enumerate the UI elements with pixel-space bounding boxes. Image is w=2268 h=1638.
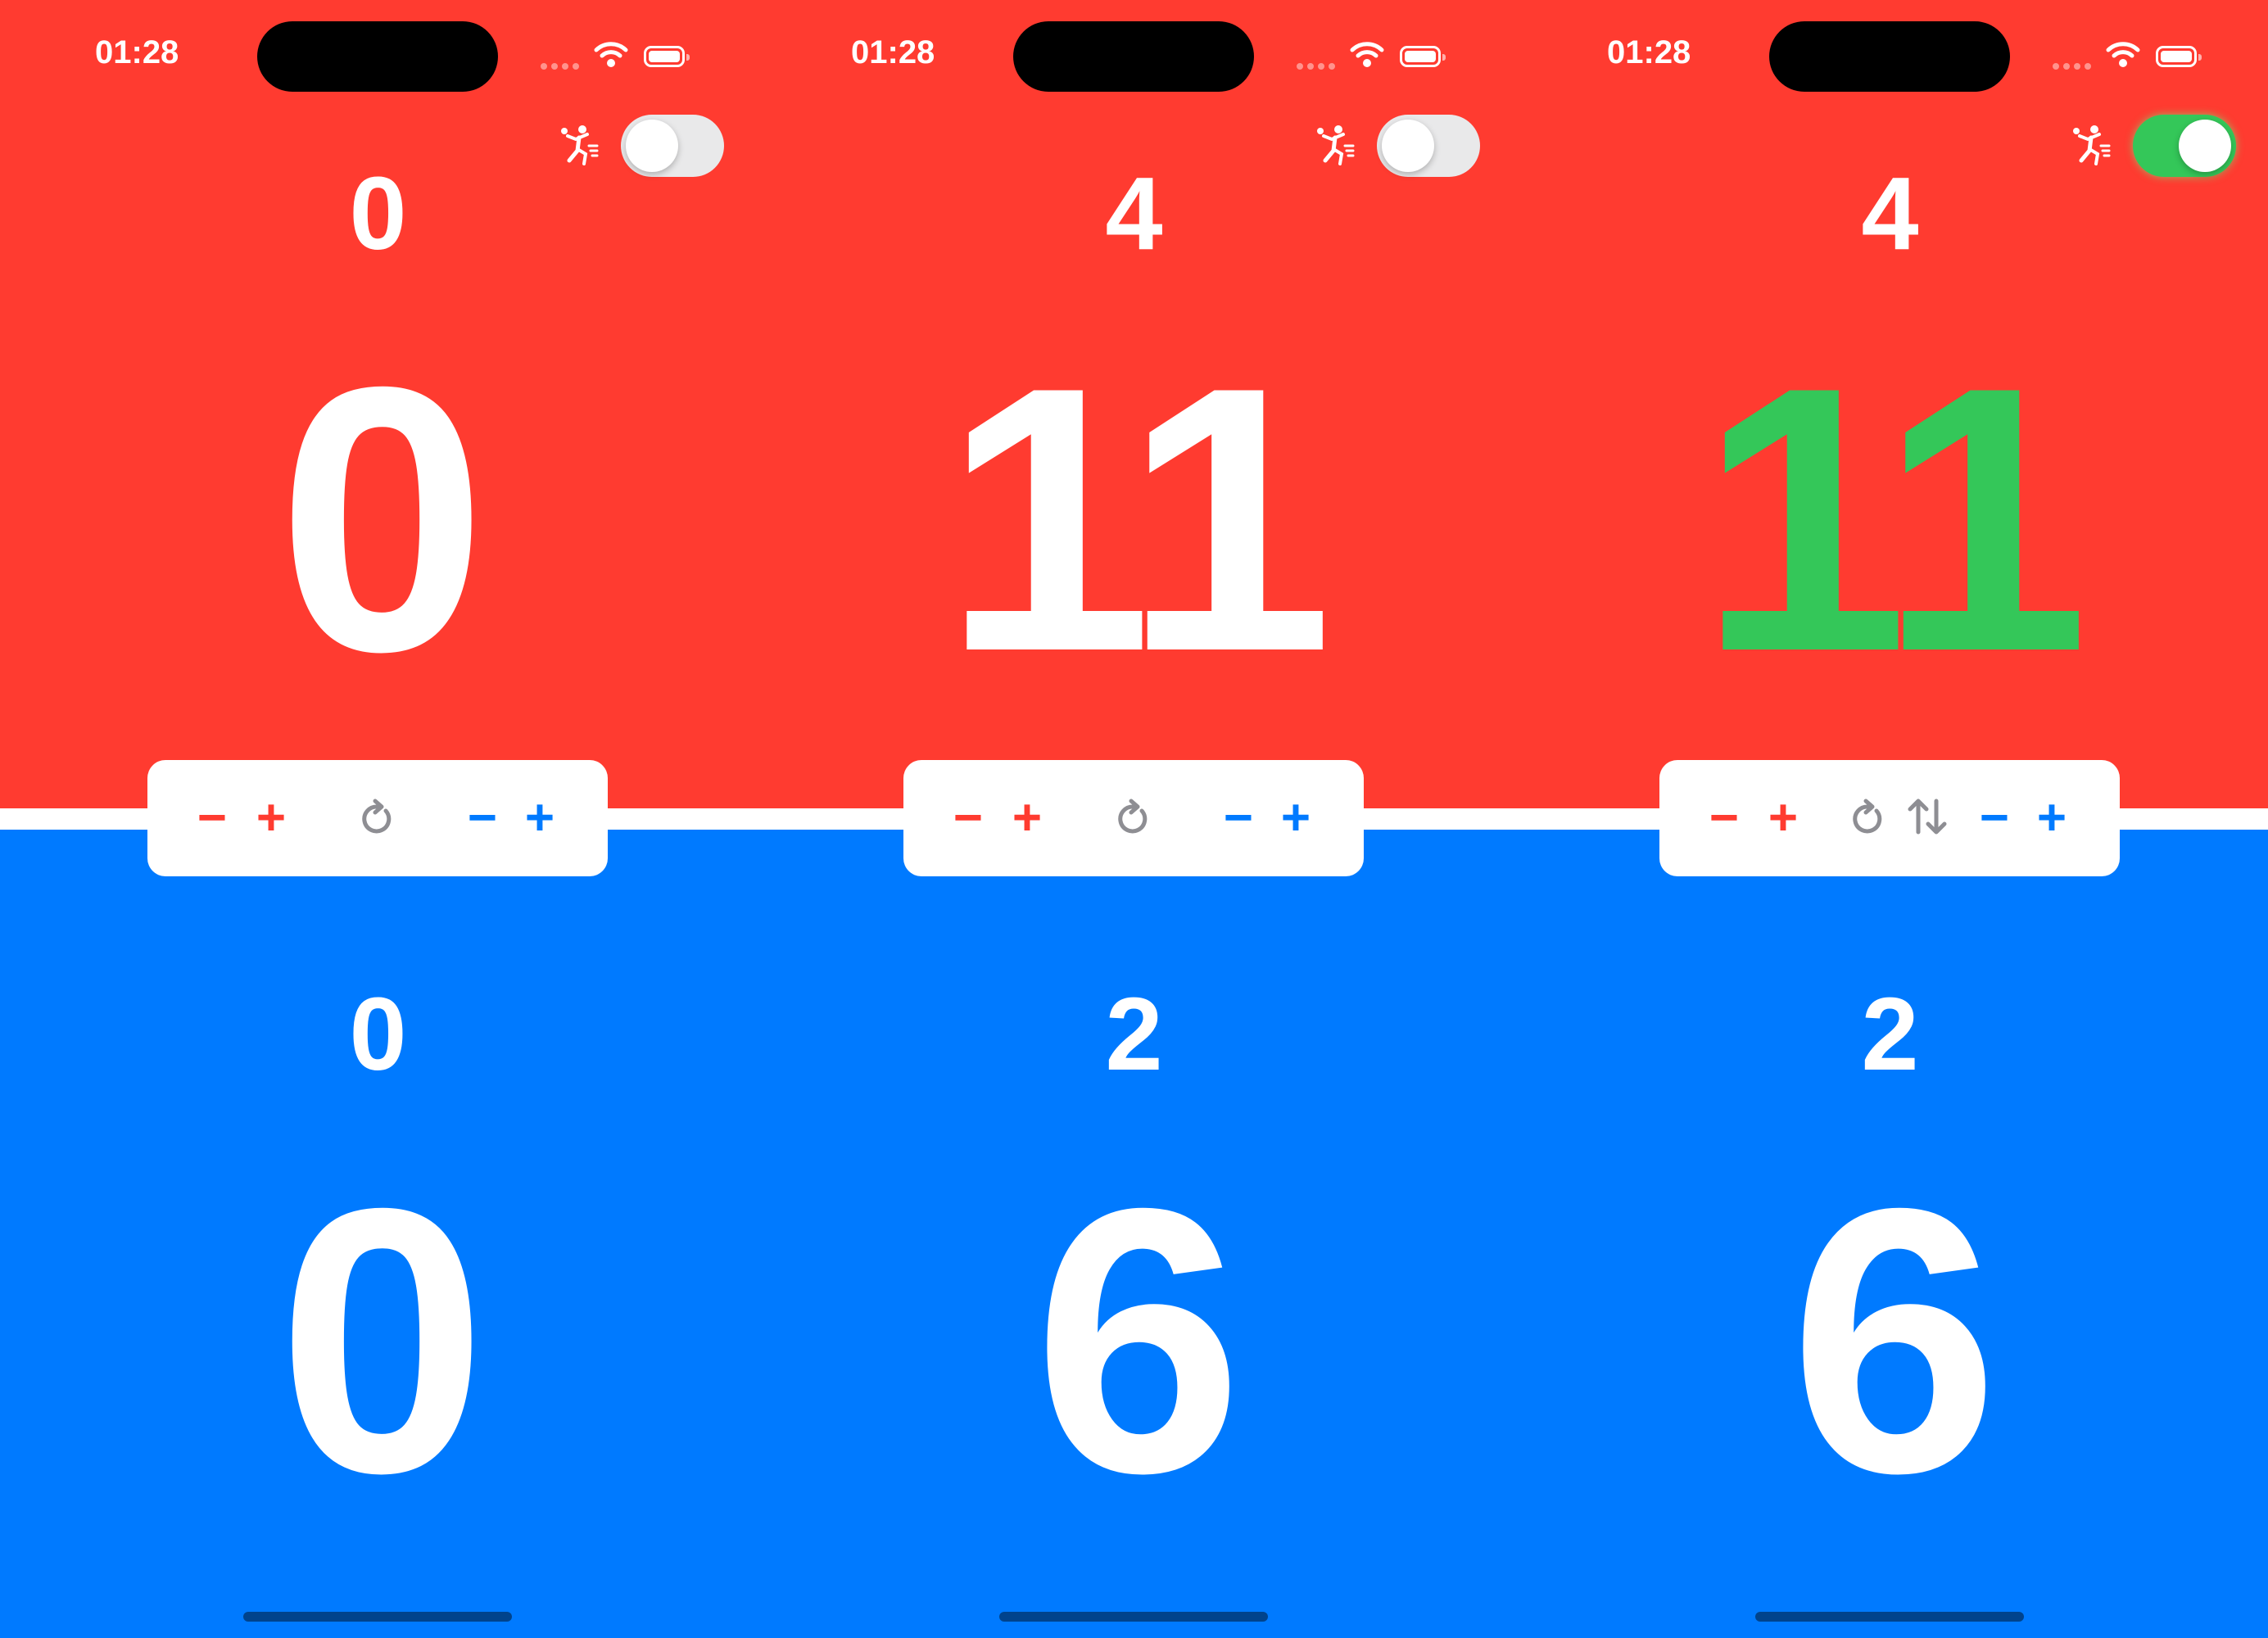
status-time: 01:28 — [95, 34, 179, 70]
top-team-minus-button[interactable]: − — [948, 790, 989, 847]
battery-icon — [644, 46, 690, 67]
bottom-team-plus-button[interactable]: + — [1275, 790, 1316, 847]
top-team-games: 4 — [1861, 156, 1919, 271]
dynamic-island — [1769, 21, 2010, 92]
bottom-team-games: 2 — [1861, 976, 1919, 1092]
screen-2: 01:28 4 11 2 6 − + − + — [756, 0, 1512, 1638]
bottom-team-games: 2 — [1105, 976, 1163, 1092]
reset-icon[interactable] — [1849, 793, 1887, 842]
top-team-plus-button[interactable]: + — [1763, 790, 1804, 847]
home-indicator[interactable] — [1755, 1612, 2024, 1622]
reset-icon[interactable] — [1115, 793, 1152, 842]
ping-pong-player-icon — [561, 125, 599, 165]
bottom-team-plus-button[interactable]: + — [519, 790, 560, 847]
status-time: 01:28 — [1607, 34, 1691, 70]
battery-icon — [1400, 46, 1446, 67]
wifi-icon — [594, 42, 628, 67]
ping-pong-player-icon — [1317, 125, 1355, 165]
swap-sides-icon[interactable] — [1905, 793, 1949, 842]
bottom-team-minus-button[interactable]: − — [1218, 790, 1259, 847]
top-team-minus-button[interactable]: − — [1704, 790, 1745, 847]
wifi-icon — [1350, 42, 1384, 67]
status-time: 01:28 — [851, 34, 935, 70]
top-team-games: 4 — [1105, 156, 1163, 271]
status-icons — [1297, 39, 1452, 72]
screen-3: 01:28 4 11 2 6 − + − + — [1512, 0, 2268, 1638]
cellular-signal-icon — [541, 59, 585, 70]
bottom-team-points[interactable]: 6 — [1512, 1153, 2268, 1530]
status-icons — [2053, 39, 2208, 72]
control-bar: − + − + — [147, 760, 608, 876]
home-indicator[interactable] — [999, 1612, 1268, 1622]
bottom-team-plus-button[interactable]: + — [2031, 790, 2072, 847]
top-team-points[interactable]: 11 — [1512, 332, 2268, 708]
wifi-icon — [2106, 42, 2140, 67]
home-indicator[interactable] — [243, 1612, 512, 1622]
battery-icon — [2156, 46, 2202, 67]
top-team-games: 0 — [349, 156, 407, 271]
bottom-team-points[interactable]: 6 — [756, 1153, 1512, 1530]
bottom-team-minus-button[interactable]: − — [1974, 790, 2015, 847]
control-bar: − + − + — [1659, 760, 2120, 876]
ping-pong-player-icon — [2073, 125, 2111, 165]
screen-1: 01:28 0 0 0 0 − + − + — [0, 0, 756, 1638]
dynamic-island — [1013, 21, 1254, 92]
bottom-team-points[interactable]: 0 — [0, 1153, 756, 1530]
control-bar: − + − + — [903, 760, 1364, 876]
top-team-plus-button[interactable]: + — [1007, 790, 1048, 847]
top-team-points[interactable]: 11 — [756, 332, 1512, 708]
dynamic-island — [257, 21, 498, 92]
top-team-minus-button[interactable]: − — [192, 790, 233, 847]
bottom-team-games: 0 — [349, 976, 407, 1092]
cellular-signal-icon — [1297, 59, 1341, 70]
top-team-plus-button[interactable]: + — [251, 790, 292, 847]
reset-icon[interactable] — [359, 793, 396, 842]
status-icons — [541, 39, 696, 72]
top-team-points[interactable]: 0 — [0, 332, 756, 708]
cellular-signal-icon — [2053, 59, 2097, 70]
bottom-team-minus-button[interactable]: − — [462, 790, 503, 847]
